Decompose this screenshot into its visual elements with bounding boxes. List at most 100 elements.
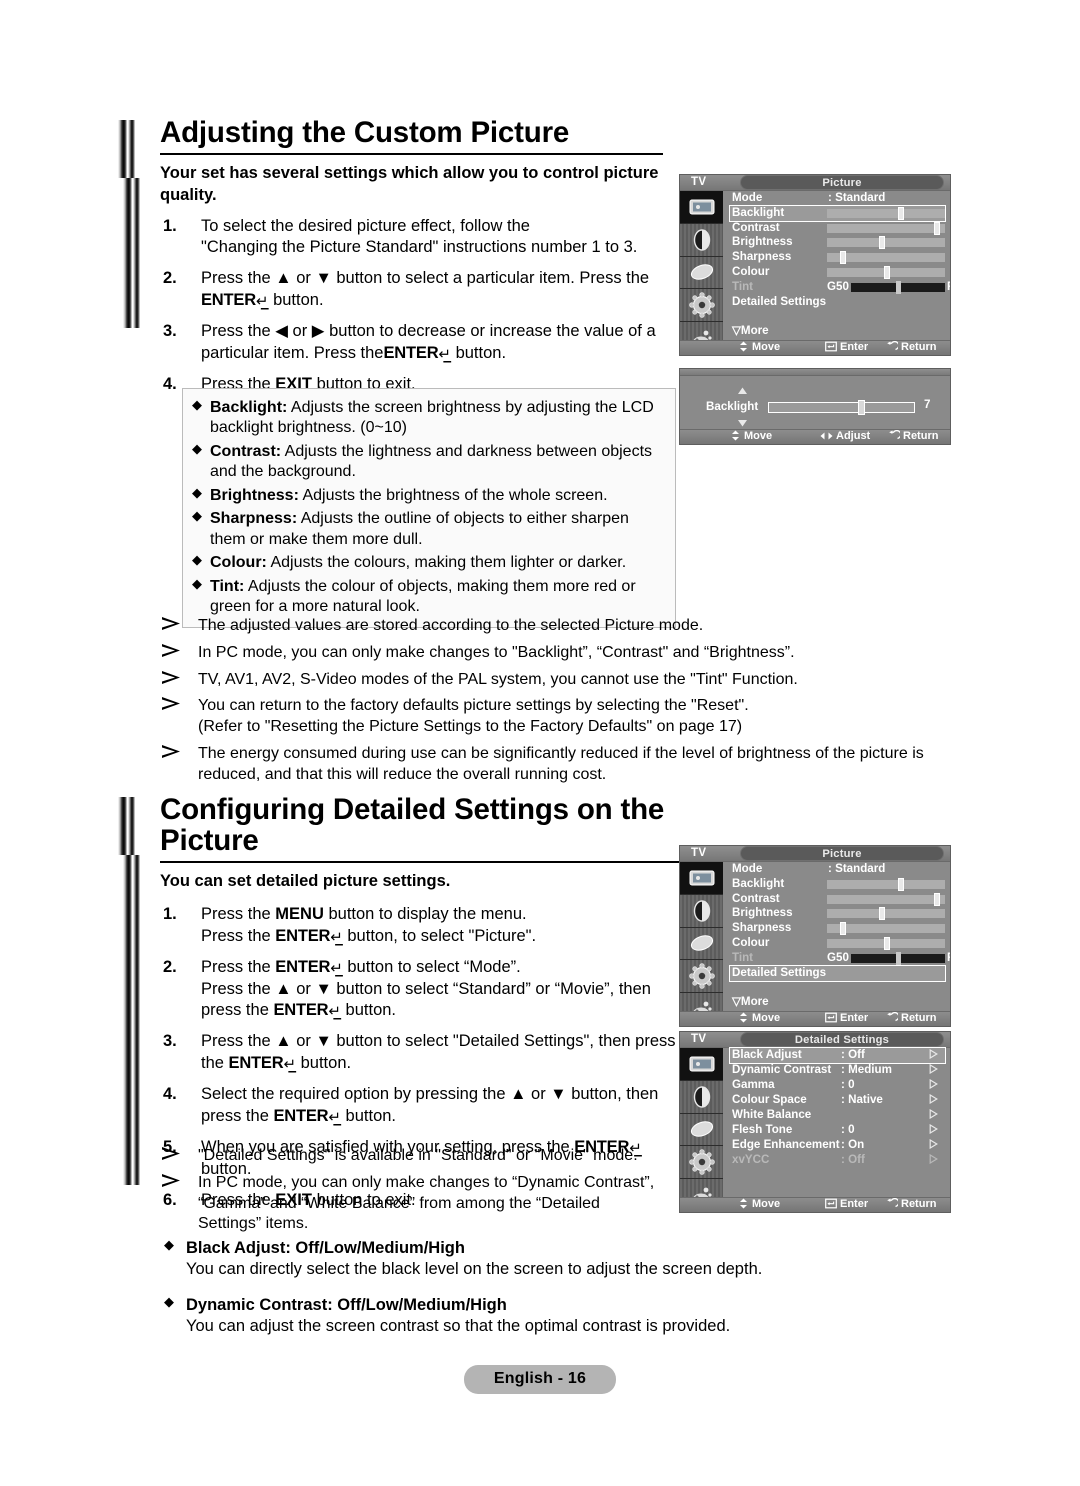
osd-tint-track[interactable] (851, 280, 945, 294)
osd-icon-tile-3[interactable] (680, 1146, 723, 1180)
osd-icon-tile-3[interactable] (680, 289, 723, 323)
osd-row-tint[interactable]: Tint G50 R50 (723, 951, 950, 966)
osd-nav-move[interactable]: Move (730, 430, 772, 444)
osd-slider-knob[interactable] (878, 236, 885, 250)
osd-slider-knob[interactable] (898, 877, 905, 891)
osd-row-arrow[interactable] (929, 1063, 938, 1077)
osd-slider-track[interactable] (827, 877, 945, 891)
osd-slider-knob[interactable] (878, 907, 885, 921)
osd-slider-track[interactable] (827, 206, 945, 220)
updown-icon (738, 1012, 749, 1026)
osd-row-detailed-settings[interactable]: Detailed Settings (723, 964, 950, 982)
osd-more-label[interactable]: ▽More (732, 994, 769, 1008)
return-icon (886, 1197, 900, 1212)
osd-slider-track[interactable] (827, 907, 945, 921)
osd-slider-knob[interactable] (840, 251, 846, 265)
osd-icon-tile-2[interactable] (680, 256, 723, 290)
enter-key-icon (825, 341, 837, 352)
osd-icon-tile-0[interactable] (680, 1048, 723, 1081)
osd-row-arrow[interactable] (929, 1138, 938, 1152)
osd-row-gamma[interactable]: Gamma: 0 (723, 1078, 950, 1093)
osd-icon-tile-1[interactable] (680, 1080, 723, 1114)
osd-row-brightness[interactable]: Brightness45 (723, 906, 950, 921)
osd-nav-enter[interactable]: Enter (825, 341, 868, 355)
osd-row-sharpness[interactable]: Sharpness10 (723, 921, 950, 936)
osd-row-arrow[interactable] (929, 1153, 938, 1167)
osd-icon-tile-1[interactable] (680, 894, 723, 928)
osd-row-tint[interactable]: Tint G50 R50 (723, 280, 950, 295)
osd-row-arrow[interactable] (929, 1078, 938, 1092)
osd-slider-track[interactable] (827, 236, 945, 250)
osd-icon-tile-3[interactable] (680, 960, 723, 994)
osd-row-sharpness[interactable]: Sharpness10 (723, 250, 950, 265)
osd-row-edge-enhancement[interactable]: Edge Enhancement: On (723, 1138, 950, 1153)
osd-nav-adjust[interactable]: Adjust (820, 430, 870, 444)
step-number: 1. (163, 216, 177, 235)
osd-row-colour-space[interactable]: Colour Space: Native (723, 1093, 950, 1108)
osd-slider-knob[interactable] (840, 922, 846, 936)
osd-slider-track[interactable] (827, 221, 945, 235)
osd-tint-knob[interactable] (895, 951, 901, 965)
osd-nav-enter[interactable]: Enter (825, 1198, 868, 1212)
osd-slider-knob[interactable] (884, 266, 890, 279)
osd-row-dynamic-contrast[interactable]: Dynamic Contrast: Medium (723, 1063, 950, 1078)
osd-icon-tile-0[interactable] (680, 862, 723, 895)
osd-slider-track[interactable] (827, 266, 945, 279)
osd-slider-track[interactable] (827, 922, 945, 936)
osd-detailed-settings-menu[interactable]: TV Detailed Settings Black Adjust: Off Dyna… (679, 1031, 951, 1213)
osd-slider-knob[interactable] (898, 206, 905, 220)
osd-row-label: Contrast (732, 220, 780, 234)
osd-row-black-adjust[interactable]: Black Adjust: Off (723, 1047, 950, 1064)
osd-icon-tile-1[interactable] (680, 223, 723, 257)
osd-nav-move[interactable]: Move (738, 1012, 780, 1026)
osd-tint-knob[interactable] (895, 280, 901, 294)
osd-backlight-adjust[interactable]: Backlight 7 Move Adjust Return (679, 368, 951, 445)
osd-row-arrow[interactable] (929, 1123, 938, 1137)
osd-adjust-slider-knob[interactable] (857, 400, 865, 415)
osd-row-flesh-tone[interactable]: Flesh Tone: 0 (723, 1123, 950, 1138)
osd-nav-return[interactable]: Return (886, 1197, 936, 1212)
osd-slider-track[interactable] (827, 937, 945, 950)
osd-icon-tile-0[interactable] (680, 191, 723, 224)
osd-row-colour[interactable]: Colour50 (723, 265, 950, 280)
osd-nav-return[interactable]: Return (888, 429, 938, 444)
osd-row-mode[interactable]: Mode: Standard (723, 191, 950, 206)
right-triangle-icon (929, 1108, 938, 1120)
osd-row-brightness[interactable]: Brightness45 (723, 235, 950, 250)
osd-adjust-slider-track[interactable] (768, 400, 915, 415)
osd-row-backlight[interactable]: Backlight7 (723, 204, 950, 222)
osd-title-bar: TV Detailed Settings (680, 1032, 950, 1048)
intro-text-2: You can set detailed picture settings. (160, 871, 451, 890)
osd-tint-track[interactable] (851, 951, 945, 965)
osd-row-backlight[interactable]: Backlight7 (723, 877, 950, 892)
osd-slider-knob[interactable] (933, 892, 940, 906)
osd-row-detailed-settings[interactable]: Detailed Settings (723, 295, 950, 310)
osd-nav-return[interactable]: Return (886, 1011, 936, 1026)
osd-row-contrast[interactable]: Contrast95 (723, 221, 950, 236)
osd-slider-track[interactable] (827, 251, 945, 265)
osd-row-colour[interactable]: Colour50 (723, 936, 950, 951)
osd-more-label[interactable]: ▽More (732, 323, 769, 337)
osd-row-arrow[interactable] (929, 1108, 938, 1122)
osd-row-label: Colour (732, 936, 770, 949)
osd-row-xvycc[interactable]: xvYCC: Off (723, 1153, 950, 1168)
osd-nav-enter[interactable]: Enter (825, 1012, 868, 1026)
osd-slider-track[interactable] (827, 892, 945, 906)
osd-nav-move[interactable]: Move (738, 1198, 780, 1212)
note-text: In PC mode, you can only make changes to… (198, 643, 795, 661)
osd-row-contrast[interactable]: Contrast95 (723, 892, 950, 907)
osd-nav-move[interactable]: Move (738, 341, 780, 355)
up-arrow-icon[interactable] (737, 385, 748, 398)
osd-row-white-balance[interactable]: White Balance (723, 1108, 950, 1123)
osd-icon-tile-2[interactable] (680, 1113, 723, 1147)
osd-adjust-topbar (680, 369, 950, 376)
osd-row-arrow[interactable] (929, 1093, 938, 1107)
osd-picture-menu-1[interactable]: TV PictureMode: StandardBacklight7Contras… (679, 174, 951, 356)
osd-picture-menu-2[interactable]: TV PictureMode: Standard Backlight7Contras… (679, 845, 951, 1027)
osd-icon-tile-2[interactable] (680, 927, 723, 961)
osd-row-mode[interactable]: Mode: Standard (723, 862, 950, 877)
osd-slider-knob[interactable] (884, 937, 890, 950)
osd-row-arrow[interactable] (929, 1048, 938, 1062)
osd-slider-knob[interactable] (933, 221, 940, 235)
osd-nav-return[interactable]: Return (886, 340, 936, 355)
